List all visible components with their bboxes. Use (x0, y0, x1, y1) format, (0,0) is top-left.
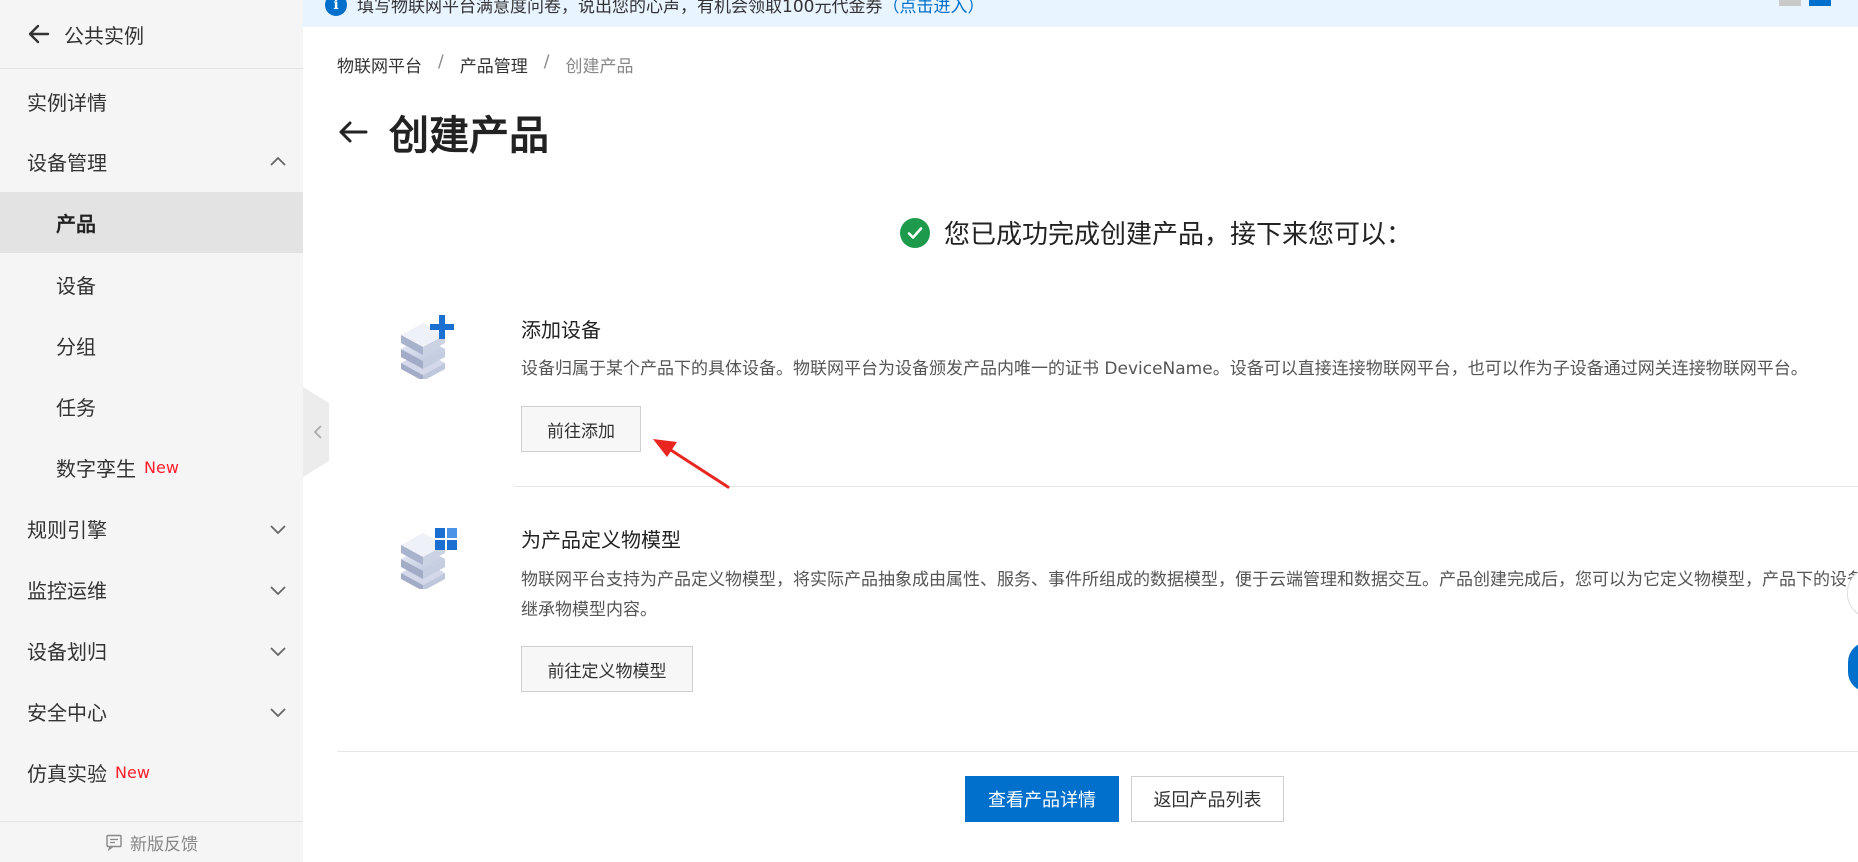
banner-control-icon[interactable] (1779, 0, 1801, 6)
chevron-down-icon (270, 646, 286, 656)
sidebar: 公共实例 实例详情 设备管理 产品 设备 分组 任务 数字孪生 New 规则引擎… (0, 0, 303, 862)
thing-model-icon (401, 528, 457, 589)
chevron-up-icon (270, 156, 286, 166)
sidebar-item-label: 任务 (56, 396, 96, 420)
card-title-add-device: 添加设备 (521, 318, 601, 342)
sidebar-item-label: 实例详情 (27, 91, 107, 115)
page-title: 创建产品 (389, 113, 549, 159)
page-header: 创建产品 (337, 103, 549, 161)
sidebar-item-label: 设备 (56, 274, 96, 298)
sidebar-item-label: 监控运维 (27, 579, 107, 603)
sidebar-item-digital-twin[interactable]: 数字孪生 New (0, 437, 303, 498)
sidebar-item-label: 安全中心 (27, 701, 107, 725)
sidebar-back-header[interactable]: 公共实例 (0, 0, 303, 69)
survey-banner: i 填写物联网平台满意度问卷，说出您的心声，有机会领取100元代金券（点击进入） (303, 0, 1858, 27)
feedback-button[interactable]: 新版反馈 (0, 821, 303, 862)
breadcrumb-item-iot-platform[interactable]: 物联网平台 (337, 52, 422, 77)
breadcrumb: 物联网平台 / 产品管理 / 创建产品 (337, 52, 633, 77)
sidebar-item-task[interactable]: 任务 (0, 376, 303, 437)
breadcrumb-separator: / (543, 52, 550, 72)
sidebar-collapse-toggle[interactable] (303, 387, 329, 477)
sidebar-item-label: 设备管理 (27, 151, 107, 175)
sidebar-item-instance-details[interactable]: 实例详情 (0, 71, 303, 132)
sidebar-item-group[interactable]: 分组 (0, 315, 303, 376)
annotation-arrow-icon (653, 439, 730, 489)
banner-text: 填写物联网平台满意度问卷，说出您的心声，有机会领取100元代金券 (357, 0, 883, 17)
go-define-thing-model-button[interactable]: 前往定义物模型 (521, 646, 693, 692)
card-title-thing-model: 为产品定义物模型 (521, 528, 681, 552)
sidebar-item-device-assignment[interactable]: 设备划归 (0, 620, 303, 681)
success-text: 您已成功完成创建产品，接下来您可以： (944, 220, 1413, 250)
add-device-icon (401, 315, 454, 379)
go-add-device-button[interactable]: 前往添加 (521, 406, 641, 452)
back-arrow-icon[interactable] (337, 116, 369, 148)
back-to-product-list-button[interactable]: 返回产品列表 (1131, 776, 1284, 822)
sidebar-item-device[interactable]: 设备 (0, 254, 303, 315)
new-badge: New (144, 458, 179, 477)
sidebar-item-product[interactable]: 产品 (0, 192, 303, 253)
sidebar-item-device-management[interactable]: 设备管理 (0, 131, 303, 192)
breadcrumb-item-current: 创建产品 (565, 57, 634, 77)
chevron-down-icon (270, 585, 286, 595)
sidebar-item-label: 数字孪生 (56, 457, 136, 481)
breadcrumb-separator: / (438, 52, 444, 72)
sidebar-item-monitoring[interactable]: 监控运维 (0, 559, 303, 620)
feedback-icon (106, 834, 122, 851)
sidebar-item-label: 产品 (56, 212, 96, 236)
sidebar-item-label: 规则引擎 (27, 518, 107, 542)
success-message: 您已成功完成创建产品，接下来您可以： (900, 214, 1412, 251)
sidebar-header-title: 公共实例 (64, 23, 144, 48)
card-description-add-device: 设备归属于某个产品下的具体设备。物联网平台为设备颁发产品内唯一的证书 Devic… (521, 359, 1808, 379)
floating-assistant-button[interactable] (1848, 642, 1858, 692)
breadcrumb-item-product-management[interactable]: 产品管理 (460, 52, 528, 77)
footer-divider (337, 751, 1858, 752)
card-description-thing-model: 物联网平台支持为产品定义物模型，将实际产品抽象成由属性、服务、事件所组成的数据模… (521, 570, 1858, 620)
sidebar-item-label: 设备划归 (27, 640, 107, 664)
sidebar-item-simulation[interactable]: 仿真实验 New (0, 742, 303, 803)
feedback-label: 新版反馈 (130, 834, 198, 855)
banner-link[interactable]: （点击进入） (882, 0, 984, 17)
sidebar-item-security-center[interactable]: 安全中心 (0, 681, 303, 742)
chevron-left-icon (313, 425, 322, 439)
new-badge: New (115, 763, 150, 782)
banner-close-icon[interactable] (1809, 0, 1831, 6)
sidebar-item-rules-engine[interactable]: 规则引擎 (0, 498, 303, 559)
chevron-down-icon (270, 524, 286, 534)
check-circle-icon (900, 217, 930, 248)
sidebar-item-label: 仿真实验 (27, 762, 107, 786)
chevron-down-icon (270, 707, 286, 717)
info-icon: i (325, 0, 347, 16)
banner-content: 填写物联网平台满意度问卷，说出您的心声，有机会领取100元代金券（点击进入） (357, 0, 984, 17)
view-product-details-button[interactable]: 查看产品详情 (965, 776, 1119, 822)
sidebar-item-label: 分组 (56, 335, 96, 359)
arrow-left-icon (28, 24, 50, 44)
